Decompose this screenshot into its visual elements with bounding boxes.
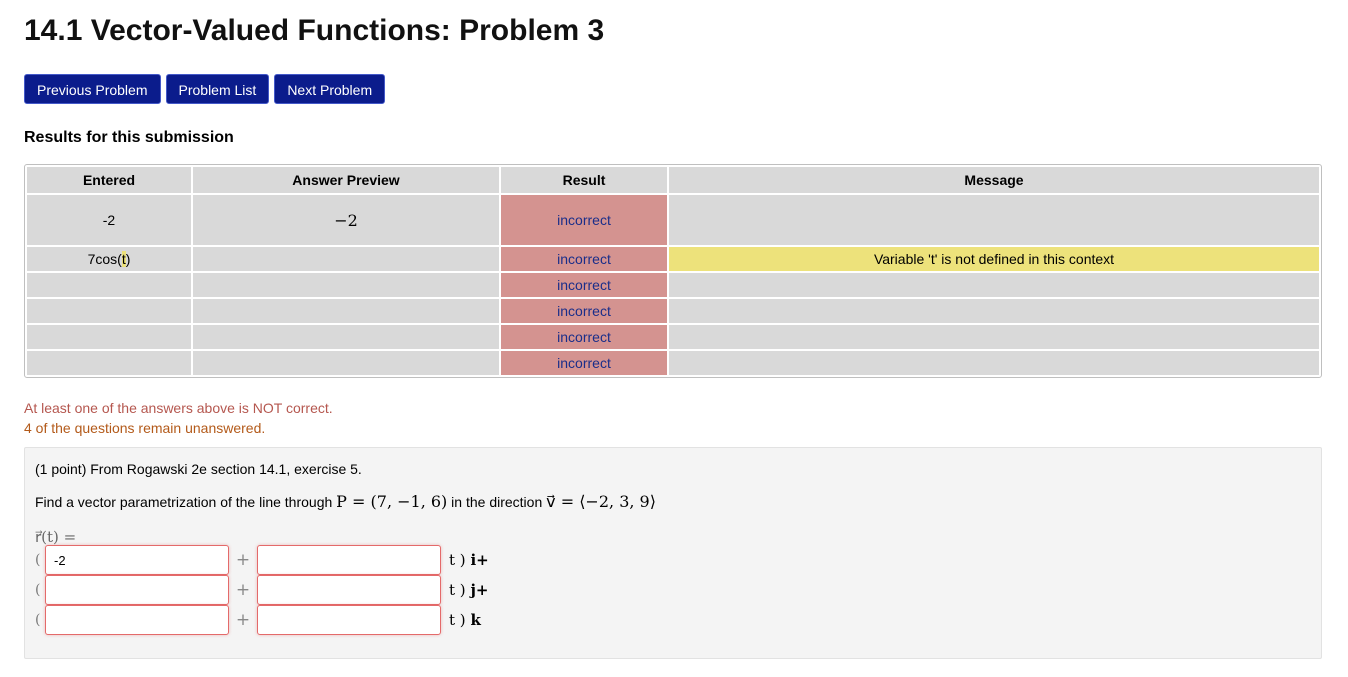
header-entered: Entered [27,167,191,193]
t-close: t ) [449,611,466,629]
plus-sign: + [235,610,251,630]
table-row: -2 −2 incorrect [27,195,1319,245]
table-row: incorrect [27,299,1319,323]
message-cell [669,299,1319,323]
unit-vector-k: k [470,611,481,629]
entered-cell: 7cos(t) [27,247,191,271]
answer-input-k-constant[interactable] [45,605,229,635]
results-table: Entered Answer Preview Result Message -2… [24,164,1322,378]
entered-cell: -2 [27,195,191,245]
plus-sign: + [235,580,251,600]
answer-input-j-coefficient[interactable] [257,575,441,605]
answer-preview-cell [193,273,499,297]
table-row: 7cos(t) incorrect Variable 't' is not de… [27,247,1319,271]
message-cell [669,351,1319,375]
entered-text: ) [125,251,131,267]
plus-sign: + [235,550,251,570]
statement-text: in the direction [447,494,547,510]
answer-input-i-coefficient[interactable] [257,545,441,575]
open-paren: ( [35,552,41,568]
direction-expression: v⃗ = ⟨−2, 3, 9⟩ [546,492,656,511]
component-suffix: t ) k [449,611,481,629]
entered-cell [27,273,191,297]
result-cell: incorrect [501,299,667,323]
message-cell: Variable 't' is not defined in this cont… [669,247,1319,271]
header-message: Message [669,167,1319,193]
problem-navigation: Previous Problem Problem List Next Probl… [24,74,386,104]
point-expression: P = (7, −1, 6) [336,492,448,511]
header-answer-preview: Answer Preview [193,167,499,193]
answer-preview-cell [193,299,499,323]
unit-vector-i: i+ [470,551,489,569]
results-header-row: Entered Answer Preview Result Message [27,167,1319,193]
not-correct-message: At least one of the answers above is NOT… [24,400,333,416]
previous-problem-button[interactable]: Previous Problem [24,74,161,104]
result-cell: incorrect [501,247,667,271]
t-close: t ) [449,551,466,569]
answer-input-j-constant[interactable] [45,575,229,605]
component-row-i: ( + t ) i+ [35,545,489,575]
message-cell [669,273,1319,297]
t-close: t ) [449,581,466,599]
answer-preview-cell [193,247,499,271]
next-problem-button[interactable]: Next Problem [274,74,386,104]
problem-body: (1 point) From Rogawski 2e section 14.1,… [24,447,1322,659]
result-cell: incorrect [501,195,667,245]
answer-preview-cell [193,351,499,375]
table-row: incorrect [27,273,1319,297]
unit-vector-j: j+ [470,581,489,599]
entered-cell [27,299,191,323]
answer-input-i-constant[interactable] [45,545,229,575]
message-cell [669,195,1319,245]
problem-intro: (1 point) From Rogawski 2e section 14.1,… [35,461,362,477]
unanswered-message: 4 of the questions remain unanswered. [24,420,266,436]
message-cell [669,325,1319,349]
result-cell: incorrect [501,351,667,375]
answer-preview-cell [193,325,499,349]
entered-text: 7cos( [87,251,122,267]
entered-cell [27,325,191,349]
table-row: incorrect [27,351,1319,375]
component-row-k: ( + t ) k [35,605,481,635]
problem-statement: Find a vector parametrization of the lin… [35,492,656,511]
answer-input-k-coefficient[interactable] [257,605,441,635]
problem-list-button[interactable]: Problem List [165,74,270,104]
open-paren: ( [35,612,41,628]
page-title: 14.1 Vector-Valued Functions: Problem 3 [24,14,605,47]
table-row: incorrect [27,325,1319,349]
header-result: Result [501,167,667,193]
r-of-t-label: r⃗(t) = [35,528,77,546]
answer-preview-cell: −2 [193,195,499,245]
entered-cell [27,351,191,375]
open-paren: ( [35,582,41,598]
results-title: Results for this submission [24,129,234,146]
component-row-j: ( + t ) j+ [35,575,488,605]
statement-text: Find a vector parametrization of the lin… [35,494,337,510]
component-suffix: t ) j+ [449,581,488,599]
result-cell: incorrect [501,325,667,349]
component-suffix: t ) i+ [449,551,489,569]
result-cell: incorrect [501,273,667,297]
